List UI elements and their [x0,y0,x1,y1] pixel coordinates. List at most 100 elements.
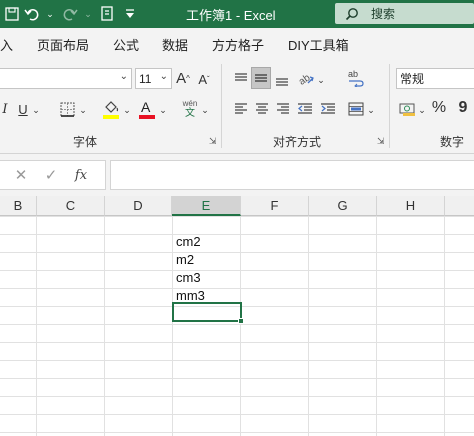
cell-e3[interactable]: cm3 [174,269,201,287]
merge-center-icon[interactable] [346,98,366,120]
group-separator [221,64,222,148]
percent-style-button[interactable]: % [431,97,447,119]
save-icon[interactable] [2,4,22,24]
grid-line [36,216,37,436]
ribbon-tabs: 入 页面布局 公式 数据 方方格子 DIY工具箱 [0,28,474,60]
borders-icon[interactable] [58,99,76,119]
italic-button[interactable]: I [0,98,10,120]
column-header-h[interactable]: H [377,196,445,216]
chevron-down-icon[interactable]: ⌄ [316,70,326,90]
tab-formulas[interactable]: 公式 [113,35,139,54]
search-box[interactable]: 搜索 [335,3,474,24]
selected-cell[interactable] [172,302,244,324]
worksheet-grid[interactable]: B C D E F G H cm2 m2 cm3 mm3 [0,196,474,436]
alignment-group-label: 对齐方式 [273,135,322,149]
phonetic-sub-label: 文 [185,108,195,119]
cell-e1[interactable]: cm2 [174,233,201,251]
decrease-indent-icon[interactable] [295,98,315,120]
align-left-icon[interactable] [231,98,251,120]
grid-line [0,234,474,235]
grow-font-label: A [176,70,187,87]
align-bottom-icon[interactable] [272,69,292,91]
grid-line [104,216,105,436]
number-group-label: 数字 [440,135,465,149]
grid-line [0,216,474,217]
italic-label: I [2,101,8,117]
formula-bar-buttons: ✕ ✓ fx [0,160,106,190]
ribbon: ⌄ 11 ⌄ A ^ Aˇ I U ⌄ ⌄ ⌄ A ⌄ wén 文 ⌄ 字体 ⇲ … [0,60,474,154]
grid-line [0,270,474,271]
grow-font-button[interactable]: A ^ [175,68,191,89]
chevron-down-icon[interactable]: ⌄ [200,100,210,120]
search-icon [345,7,359,21]
comma-label: 9 [458,99,468,116]
chevron-down-icon[interactable]: ⌄ [417,100,427,120]
shrink-font-button[interactable]: Aˇ [197,70,211,89]
underline-label: U [18,101,28,117]
wrap-text-icon[interactable]: ab [345,67,367,89]
grid-line [0,360,474,361]
chevron-down-icon: ⌄ [119,71,128,82]
customize-qat-icon[interactable] [120,4,140,24]
fill-handle[interactable] [238,318,244,324]
align-center-icon[interactable] [252,98,272,120]
touch-mode-icon[interactable] [97,4,117,24]
chevron-down-icon[interactable]: ⌄ [122,100,132,120]
redo-icon[interactable] [60,4,80,24]
chevron-down-icon[interactable]: ⌄ [31,100,41,120]
group-separator [389,64,390,148]
svg-text:ab: ab [297,72,313,87]
undo-icon[interactable] [22,4,42,24]
alignment-dialog-launcher-icon[interactable]: ⇲ [377,136,385,147]
grid-line [0,432,474,433]
enter-entry-icon[interactable]: ✓ [36,166,66,184]
formula-bar-area: ✕ ✓ fx [0,154,474,196]
number-format-combo[interactable]: 常规 [396,68,474,89]
font-size-combo[interactable]: 11 ⌄ [135,68,172,89]
column-header-f[interactable]: F [241,196,309,216]
chevron-down-icon[interactable]: ⌄ [366,100,376,120]
tab-data[interactable]: 数据 [162,35,188,54]
redo-dropdown-icon[interactable]: ⌄ [78,4,98,24]
align-top-icon[interactable] [231,68,251,90]
tab-insert[interactable]: 入 [0,35,13,54]
insert-function-icon[interactable]: fx [66,168,96,183]
chevron-down-icon: ⌄ [159,71,168,82]
increase-indent-icon[interactable] [318,98,338,120]
title-bar: ⌄ ⌄ 工作簿1 - Excel 搜索 [0,0,474,28]
grid-line [0,396,474,397]
chevron-down-icon[interactable]: ⌄ [158,100,168,120]
align-right-icon[interactable] [273,98,293,120]
grid-line [172,216,173,436]
grid-line [240,216,241,436]
cell-e2[interactable]: m2 [174,251,194,269]
tab-fangfang[interactable]: 方方格子 [212,35,264,54]
column-header-c[interactable]: C [37,196,105,216]
font-color-icon[interactable]: A [138,97,156,121]
column-header-g[interactable]: G [309,196,377,216]
fill-color-icon[interactable] [102,97,120,121]
tab-page-layout[interactable]: 页面布局 [37,35,89,54]
column-header-next[interactable] [445,196,474,216]
font-group-label: 字体 [73,135,98,149]
comma-style-button[interactable]: 9 [455,97,471,119]
phonetic-guide-button[interactable]: wén 文 [179,96,201,122]
underline-button[interactable]: U [16,98,30,120]
tab-diy-toolbox[interactable]: DIY工具箱 [288,35,349,54]
accounting-format-icon[interactable] [397,98,419,120]
chevron-down-icon[interactable]: ⌄ [78,100,88,120]
formula-input[interactable] [110,160,474,190]
grid-line [0,378,474,379]
column-header-e[interactable]: E [172,196,241,216]
grid-line [0,252,474,253]
undo-dropdown-icon[interactable]: ⌄ [40,4,60,24]
column-header-d[interactable]: D [105,196,172,216]
column-header-b[interactable]: B [0,196,37,216]
font-name-combo[interactable]: ⌄ [0,68,132,89]
search-placeholder: 搜索 [371,7,396,21]
align-middle-icon[interactable] [251,67,271,89]
orientation-icon[interactable]: ab [295,67,317,89]
font-dialog-launcher-icon[interactable]: ⇲ [209,136,217,147]
grid-line [0,342,474,343]
cancel-entry-icon[interactable]: ✕ [6,166,36,184]
